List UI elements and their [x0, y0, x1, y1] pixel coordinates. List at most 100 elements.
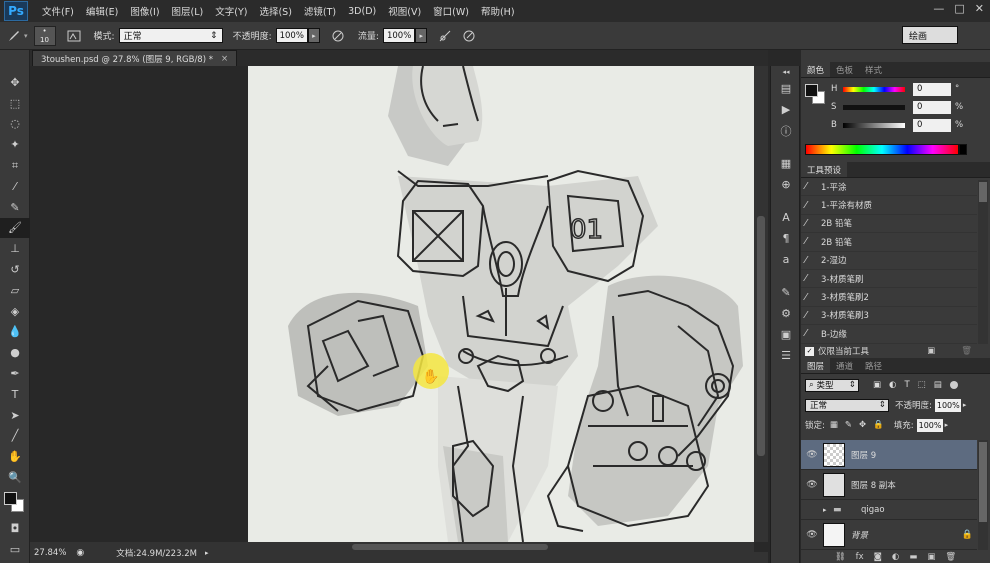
layer-name[interactable]: 图层 9 — [851, 449, 876, 461]
brush-panel-icon[interactable]: ✎ — [771, 282, 801, 303]
preset-item[interactable]: ⁄ B-边缘 — [801, 325, 977, 344]
filter-adjustment-icon[interactable]: ◐ — [889, 380, 896, 390]
status-menu-arrow-icon[interactable]: ▸ — [205, 549, 209, 557]
healing-brush-tool-icon[interactable]: ✎ — [0, 197, 30, 218]
hue-input[interactable]: 0 — [913, 82, 951, 96]
mode-select[interactable]: 正常 ⇕ — [118, 28, 223, 43]
brightness-slider[interactable] — [843, 122, 905, 128]
current-only-checkbox[interactable]: ✓ — [805, 346, 814, 356]
color-spectrum-bar[interactable] — [805, 144, 959, 155]
workspace-select[interactable]: 绘画 — [902, 26, 958, 44]
layer-name[interactable]: 图层 8 副本 — [851, 479, 896, 491]
adjustment-layer-icon[interactable]: ◐ — [892, 552, 899, 562]
info-panel-icon[interactable]: ⓘ — [771, 120, 801, 141]
zoom-level[interactable]: 27.84% — [34, 548, 66, 558]
lock-all-icon[interactable]: 🔒 — [873, 420, 884, 430]
layer-row[interactable]: 👁 背景 🔒 — [801, 520, 977, 550]
menu-view[interactable]: 视图(V) — [382, 4, 427, 18]
add-mask-icon[interactable]: ◙ — [874, 552, 882, 562]
type-tool-icon[interactable]: T — [0, 384, 30, 405]
new-group-icon[interactable]: ▬ — [909, 552, 917, 562]
menu-file[interactable]: 文件(F) — [36, 4, 80, 18]
preset-item[interactable]: ⁄ 2B 铅笔 — [801, 215, 977, 234]
minimize-icon[interactable]: — — [933, 2, 944, 15]
preset-item[interactable]: ⁄ 2B 铅笔 — [801, 233, 977, 252]
preset-item[interactable]: ⁄ 3-材质笔刷2 — [801, 288, 977, 307]
layers-scroll-thumb[interactable] — [979, 442, 987, 522]
group-expand-icon[interactable]: ▸ — [823, 506, 833, 514]
canvas[interactable]: 01 ✋ — [248, 66, 754, 542]
maximize-icon[interactable]: □ — [954, 2, 964, 15]
vertical-scrollbar[interactable] — [754, 66, 768, 542]
lock-transparent-icon[interactable]: ▦ — [830, 420, 838, 430]
filter-shape-icon[interactable]: ⬚ — [918, 380, 926, 390]
crop-tool-icon[interactable]: ⌗ — [0, 155, 30, 176]
flow-dropdown-icon[interactable]: ▸ — [415, 28, 428, 43]
history-brush-tool-icon[interactable]: ↺ — [0, 259, 30, 280]
layer-filter-select[interactable]: ⌕ 类型 ⇕ — [805, 378, 859, 392]
eye-icon[interactable]: 👁 — [801, 530, 823, 540]
clone-source-panel-icon[interactable]: ⊕ — [771, 174, 801, 195]
lock-position-icon[interactable]: ✥ — [859, 420, 866, 430]
filter-type-icon[interactable]: T — [904, 380, 909, 390]
menu-edit[interactable]: 编辑(E) — [80, 4, 124, 18]
layers-scrollbar[interactable] — [978, 440, 988, 550]
spectrum-black[interactable] — [959, 144, 967, 155]
character-styles-panel-icon[interactable]: a — [771, 249, 801, 270]
actions-panel-icon[interactable]: ▶ — [771, 99, 801, 120]
tab-channels[interactable]: 通道 — [830, 358, 859, 373]
delete-preset-icon[interactable]: 🗑 — [961, 346, 972, 356]
vertical-scroll-thumb[interactable] — [757, 216, 765, 456]
zoom-tool-icon[interactable]: 🔍 — [0, 467, 30, 488]
filter-pixel-icon[interactable]: ▣ — [873, 380, 881, 390]
blend-mode-select[interactable]: 正常 ⇕ — [805, 398, 889, 412]
tool-presets-panel-icon[interactable]: ⚙ — [771, 303, 801, 324]
document-tab[interactable]: 3toushen.psd @ 27.8% (图层 9, RGB/8) * × — [32, 50, 238, 66]
tab-layers[interactable]: 图层 — [801, 358, 831, 373]
preset-item[interactable]: ⁄ 3-材质笔刷3 — [801, 307, 977, 326]
eye-icon[interactable]: 👁 — [801, 450, 823, 460]
brush-tool-icon[interactable] — [4, 26, 24, 46]
presets-scrollbar[interactable] — [978, 180, 988, 344]
tab-close-icon[interactable]: × — [221, 54, 228, 64]
layer-style-icon[interactable]: fx — [856, 552, 864, 562]
tab-color[interactable]: 颜色 — [801, 62, 831, 77]
character-panel-icon[interactable]: A — [771, 207, 801, 228]
path-selection-tool-icon[interactable]: ➤ — [0, 405, 30, 426]
menu-filter[interactable]: 滤镜(T) — [298, 4, 342, 18]
opacity-input[interactable]: 100% — [275, 28, 308, 43]
tab-tool-presets[interactable]: 工具预设 — [801, 162, 848, 177]
close-icon[interactable]: ✕ — [975, 2, 984, 15]
layer-row[interactable]: ▸ ▬ qigao — [801, 500, 977, 520]
saturation-input[interactable]: 0 — [913, 100, 951, 114]
filter-smart-object-icon[interactable]: ▤ — [934, 380, 942, 390]
magic-wand-tool-icon[interactable]: ✦ — [0, 134, 30, 155]
brush-size-picker[interactable]: • 10 — [33, 25, 56, 46]
menu-type[interactable]: 文字(Y) — [209, 4, 253, 18]
pressure-opacity-icon[interactable] — [328, 26, 348, 46]
foreground-color-swatch[interactable] — [4, 491, 17, 505]
new-layer-icon[interactable]: ▣ — [927, 552, 935, 562]
history-panel-icon[interactable]: ▤ — [771, 78, 801, 99]
color-swatches[interactable] — [0, 488, 29, 518]
fill-input[interactable]: 100% — [916, 418, 943, 432]
color-panel-foreground-swatch[interactable] — [805, 84, 818, 97]
opacity-dropdown-icon[interactable]: ▸ — [307, 28, 320, 43]
airbrush-icon[interactable] — [435, 26, 455, 46]
stamp-tool-icon[interactable]: ⊥ — [0, 238, 30, 259]
properties-panel-icon[interactable]: ☰ — [771, 345, 801, 366]
preset-item[interactable]: ⁄ 1-平涂 — [801, 178, 977, 197]
tab-paths[interactable]: 路径 — [859, 358, 888, 373]
horizontal-scrollbar[interactable] — [248, 542, 754, 552]
flow-input[interactable]: 100% — [382, 28, 416, 43]
preset-item[interactable]: ⁄ 2-湿边 — [801, 252, 977, 270]
hue-slider[interactable] — [843, 86, 905, 92]
layer-comps-panel-icon[interactable]: ▣ — [771, 324, 801, 345]
layer-row[interactable]: 👁 图层 9 — [801, 440, 977, 470]
pen-tool-icon[interactable]: ✒ — [0, 363, 30, 384]
brightness-input[interactable]: 0 — [913, 118, 951, 132]
marquee-tool-icon[interactable]: ⬚ — [0, 93, 30, 114]
paint-bucket-tool-icon[interactable]: ◈ — [0, 301, 30, 322]
layer-name[interactable]: 背景 — [851, 529, 868, 541]
dodge-tool-icon[interactable]: ● — [0, 342, 30, 363]
